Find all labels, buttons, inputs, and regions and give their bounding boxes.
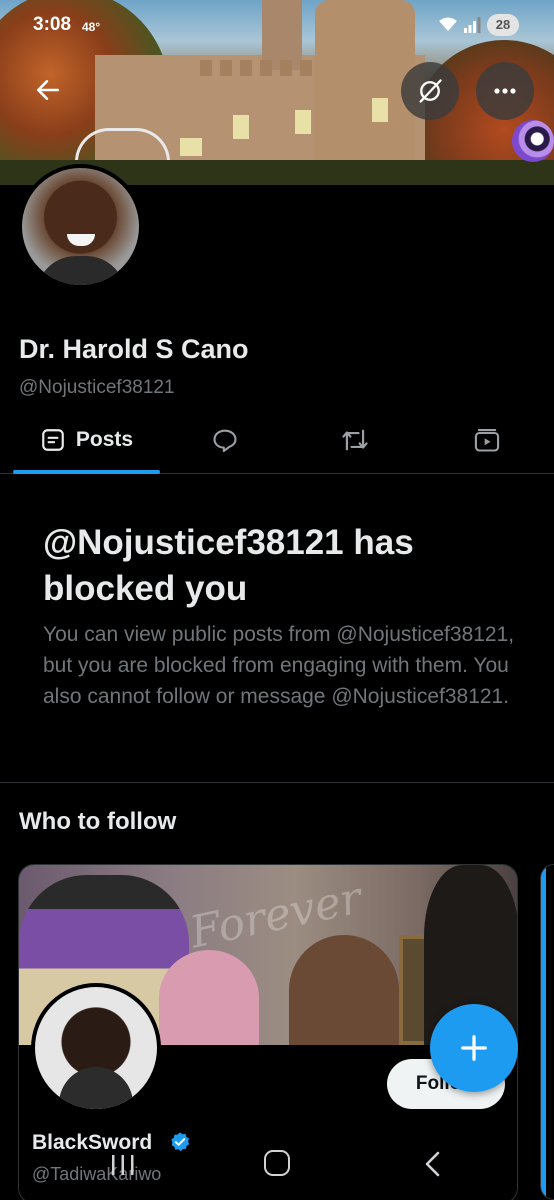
compose-fab[interactable]: [430, 1004, 518, 1092]
document-icon: [42, 429, 64, 451]
tab-reposts[interactable]: [290, 408, 420, 472]
avatar-smile: [67, 234, 95, 246]
blocked-description: You can view public posts from @Nojustic…: [43, 623, 515, 708]
profile-handle: @Nojusticef38121: [19, 377, 175, 398]
banner-figure: [159, 950, 259, 1045]
more-options-button[interactable]: [476, 62, 534, 120]
speech-bubble-icon: [213, 429, 237, 453]
tab-replies[interactable]: [160, 408, 290, 472]
active-tab-indicator: [13, 470, 160, 474]
media-icon: [474, 429, 500, 452]
tab-media[interactable]: [420, 408, 554, 472]
profile-avatar[interactable]: [18, 164, 143, 289]
banner-window: [372, 98, 388, 122]
ellipsis-icon: [494, 88, 516, 94]
profile-name: Dr. Harold S Cano: [19, 334, 249, 364]
tab-posts[interactable]: Posts: [13, 408, 160, 472]
repost-icon: [342, 429, 368, 451]
back-button[interactable]: [19, 61, 77, 119]
home-icon[interactable]: [264, 1150, 290, 1176]
avatar-hoodie: [59, 1067, 133, 1109]
banner-figure: [289, 935, 399, 1045]
floating-bubble-icon[interactable]: [512, 120, 554, 162]
banner-battlements: [200, 60, 320, 76]
banner-window: [233, 115, 249, 139]
system-navigation-bar: [0, 1130, 554, 1200]
plus-icon: [461, 1035, 487, 1061]
back-nav-icon[interactable]: [420, 1150, 446, 1178]
arrow-left-icon: [36, 80, 60, 100]
status-temperature: 48°: [82, 20, 101, 34]
signal-icon: [464, 17, 481, 33]
banner-window: [295, 110, 311, 134]
banner-window: [180, 138, 202, 156]
suggested-user-avatar[interactable]: [31, 983, 161, 1113]
profile-tabs: Posts: [0, 408, 554, 474]
wifi-icon: [439, 17, 457, 31]
status-time: 3:08: [33, 14, 72, 35]
tab-posts-label: Posts: [75, 428, 134, 451]
recents-icon[interactable]: [108, 1152, 138, 1178]
avatar-shirt: [36, 256, 126, 285]
slashed-circle-icon: [419, 79, 442, 103]
section-divider: [0, 782, 554, 783]
blocked-title: @Nojusticef38121 has blocked you: [43, 523, 414, 608]
who-to-follow-title: Who to follow: [19, 808, 177, 835]
status-bar: 3:08 48° 28: [0, 0, 554, 52]
battery-indicator: 28: [487, 14, 519, 36]
grok-button[interactable]: [401, 62, 459, 120]
